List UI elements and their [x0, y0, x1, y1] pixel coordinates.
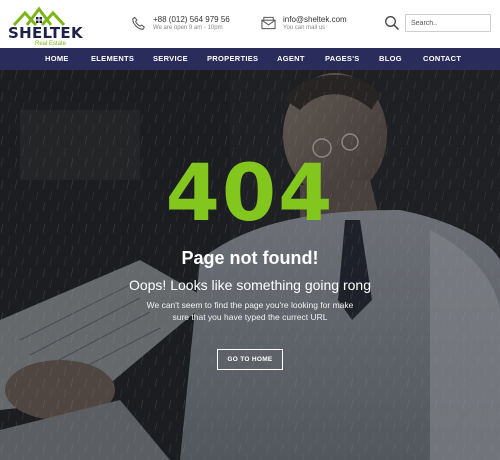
nav-contact[interactable]: CONTACT	[423, 48, 461, 70]
error-description: We can't seem to find the page you're lo…	[146, 300, 354, 322]
error-title: Page not found!	[181, 248, 319, 268]
contact-email: info@sheltek.com You can mail us	[261, 15, 376, 35]
contact-phone: +88 (012) 564 979 56 We are open 9 am - …	[131, 15, 246, 35]
mail-icon	[261, 16, 276, 30]
logo[interactable]: SHELTEK Real Estate	[8, 5, 83, 47]
site-header: SHELTEK Real Estate +88 (012) 564 979 56…	[0, 0, 500, 48]
go-home-button[interactable]: GO TO HOME	[217, 349, 283, 370]
error-code: 404	[165, 149, 335, 239]
main-nav: HOME ELEMENTS SERVICE PROPERTIES AGENT P…	[0, 48, 500, 70]
search-button[interactable]	[384, 15, 400, 31]
brand-tagline: Real Estate	[35, 41, 67, 47]
email-address[interactable]: info@sheltek.com	[283, 15, 347, 24]
phone-icon	[132, 16, 145, 30]
error-subtitle: Oops! Looks like something going rong	[128, 277, 372, 293]
nav-service[interactable]: SERVICE	[153, 48, 188, 70]
nav-properties[interactable]: PROPERTIES	[207, 48, 258, 70]
search-icon	[385, 16, 400, 31]
nav-blog[interactable]: BLOG	[379, 48, 402, 70]
nav-agent[interactable]: AGENT	[277, 48, 305, 70]
nav-elements[interactable]: ELEMENTS	[91, 48, 134, 70]
nav-pages[interactable]: PAGES'S	[325, 48, 360, 70]
search-input[interactable]	[405, 14, 491, 32]
error-hero: 404 Page not found! Oops! Looks like som…	[0, 70, 500, 460]
brand-name: SHELTEK	[8, 24, 83, 42]
nav-home[interactable]: HOME	[45, 48, 69, 70]
email-note: You can mail us	[283, 25, 326, 31]
phone-number: +88 (012) 564 979 56	[153, 15, 230, 24]
opening-hours: We are open 9 am - 10pm	[153, 25, 223, 31]
